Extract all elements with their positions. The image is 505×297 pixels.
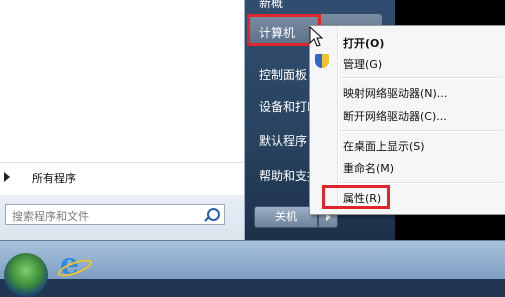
taskbar: e — [0, 240, 505, 297]
start-button[interactable] — [4, 253, 48, 297]
all-programs-item[interactable]: 所有程序 — [0, 167, 244, 189]
menu-separator — [340, 130, 502, 132]
search-area: 搜索程序和文件 — [0, 195, 244, 240]
context-menu: 打开(O) 管理(G) 映射网络驱动器(N)... 断开网络驱动器(C)... … — [309, 25, 505, 215]
menu-item-open[interactable]: 打开(O) — [343, 35, 384, 51]
menu-separator — [340, 77, 502, 79]
menu-item-show-on-desktop[interactable]: 在桌面上显示(S) — [343, 138, 425, 154]
place-item-top[interactable]: 新概 — [259, 0, 321, 11]
search-icon[interactable] — [207, 208, 220, 221]
properties-red-highlight — [322, 185, 390, 209]
menu-separator — [340, 182, 502, 184]
menu-gutter — [337, 28, 339, 210]
menu-item-manage[interactable]: 管理(G) — [343, 56, 382, 72]
arrow-right-icon — [4, 172, 10, 182]
start-menu-programs-pane: 所有程序 搜索程序和文件 — [0, 0, 245, 240]
menu-item-map-network-drive[interactable]: 映射网络驱动器(N)... — [343, 85, 447, 101]
mouse-cursor-icon — [309, 26, 324, 47]
uac-shield-icon — [315, 54, 329, 70]
menu-item-disconnect-network-drive[interactable]: 断开网络驱动器(C)... — [343, 108, 447, 124]
menu-item-rename[interactable]: 重命名(M) — [343, 160, 394, 176]
all-programs-label: 所有程序 — [32, 172, 76, 185]
search-input[interactable]: 搜索程序和文件 — [5, 204, 225, 225]
search-placeholder: 搜索程序和文件 — [12, 210, 89, 223]
internet-explorer-icon[interactable]: e — [56, 250, 94, 280]
separator — [0, 162, 244, 163]
